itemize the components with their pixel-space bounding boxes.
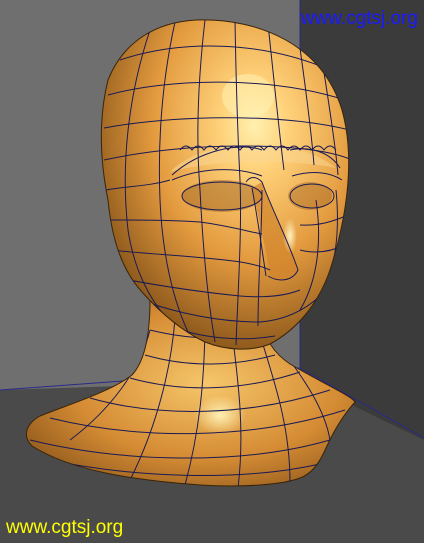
watermark-bottom: www.cgtsj.org <box>6 517 124 538</box>
watermark-top: www.cgtsj.org <box>300 8 418 29</box>
3d-viewport: www.cgtsj.org www.cgtsj.org <box>0 0 424 543</box>
head-bust-render <box>0 0 424 543</box>
